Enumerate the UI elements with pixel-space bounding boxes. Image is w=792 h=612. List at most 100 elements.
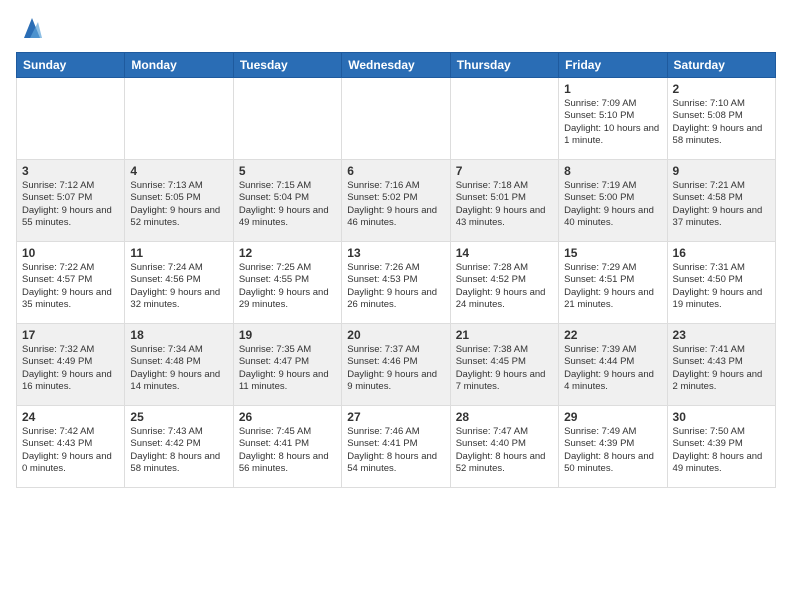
day-info-line: Sunrise: 7:38 AM [456,344,553,356]
day-info-line: Daylight: 8 hours and 54 minutes. [347,451,444,476]
calendar-day-cell: 3Sunrise: 7:12 AMSunset: 5:07 PMDaylight… [17,160,125,242]
day-number: 21 [456,328,553,342]
day-info-line: Sunset: 4:58 PM [673,192,770,204]
day-info-line: Daylight: 9 hours and 40 minutes. [564,205,661,230]
calendar-day-cell: 23Sunrise: 7:41 AMSunset: 4:43 PMDayligh… [667,324,775,406]
day-info-line: Sunset: 4:41 PM [239,438,336,450]
calendar-week-row: 1Sunrise: 7:09 AMSunset: 5:10 PMDaylight… [17,78,776,160]
day-info-line: Daylight: 9 hours and 4 minutes. [564,369,661,394]
day-info-line: Daylight: 8 hours and 49 minutes. [673,451,770,476]
page-header [16,16,776,40]
calendar-day-cell [125,78,233,160]
day-info-line: Sunrise: 7:26 AM [347,262,444,274]
day-info-line: Sunrise: 7:39 AM [564,344,661,356]
day-info-line: Sunrise: 7:47 AM [456,426,553,438]
calendar-day-cell: 18Sunrise: 7:34 AMSunset: 4:48 PMDayligh… [125,324,233,406]
day-info-line: Daylight: 9 hours and 24 minutes. [456,287,553,312]
calendar-day-cell: 1Sunrise: 7:09 AMSunset: 5:10 PMDaylight… [559,78,667,160]
day-info-line: Sunset: 4:55 PM [239,274,336,286]
day-info-line: Sunset: 4:41 PM [347,438,444,450]
day-info-line: Sunrise: 7:46 AM [347,426,444,438]
calendar-day-cell: 7Sunrise: 7:18 AMSunset: 5:01 PMDaylight… [450,160,558,242]
day-number: 1 [564,82,661,96]
calendar-day-cell: 22Sunrise: 7:39 AMSunset: 4:44 PMDayligh… [559,324,667,406]
day-info-line: Daylight: 10 hours and 1 minute. [564,123,661,148]
calendar-table: SundayMondayTuesdayWednesdayThursdayFrid… [16,52,776,488]
day-info-line: Sunrise: 7:13 AM [130,180,227,192]
calendar-week-row: 17Sunrise: 7:32 AMSunset: 4:49 PMDayligh… [17,324,776,406]
day-info-line: Daylight: 9 hours and 16 minutes. [22,369,119,394]
day-number: 17 [22,328,119,342]
day-of-week-header: Wednesday [342,53,450,78]
logo [16,16,42,40]
day-of-week-header: Friday [559,53,667,78]
calendar-day-cell: 13Sunrise: 7:26 AMSunset: 4:53 PMDayligh… [342,242,450,324]
day-info-line: Daylight: 9 hours and 46 minutes. [347,205,444,230]
day-info-line: Daylight: 9 hours and 55 minutes. [22,205,119,230]
day-info-line: Sunrise: 7:10 AM [673,98,770,110]
calendar-week-row: 3Sunrise: 7:12 AMSunset: 5:07 PMDaylight… [17,160,776,242]
day-number: 24 [22,410,119,424]
day-info-line: Sunset: 4:48 PM [130,356,227,368]
day-info-line: Daylight: 9 hours and 7 minutes. [456,369,553,394]
day-info-line: Sunrise: 7:18 AM [456,180,553,192]
day-info-line: Sunset: 5:02 PM [347,192,444,204]
calendar-day-cell: 27 Sunrise: 7:46 AMSunset: 4:41 PMDayligh… [342,406,450,488]
day-number: 14 [456,246,553,260]
day-info-line: Sunrise: 7:25 AM [239,262,336,274]
day-info-line: Sunset: 4:53 PM [347,274,444,286]
day-number: 28 [456,410,553,424]
day-info-line: Sunset: 4:39 PM [673,438,770,450]
day-info-line: Daylight: 8 hours and 50 minutes. [564,451,661,476]
calendar-day-cell: 6Sunrise: 7:16 AMSunset: 5:02 PMDaylight… [342,160,450,242]
day-info-line: Daylight: 8 hours and 52 minutes. [456,451,553,476]
day-number: 10 [22,246,119,260]
day-info-line: Sunset: 5:01 PM [456,192,553,204]
day-info-line: Sunrise: 7:45 AM [239,426,336,438]
calendar-day-cell: 20Sunrise: 7:37 AMSunset: 4:46 PMDayligh… [342,324,450,406]
calendar-day-cell: 29Sunrise: 7:49 AMSunset: 4:39 PMDayligh… [559,406,667,488]
calendar-day-cell: 19Sunrise: 7:35 AMSunset: 4:47 PMDayligh… [233,324,341,406]
day-number: 29 [564,410,661,424]
calendar-day-cell: 30Sunrise: 7:50 AMSunset: 4:39 PMDayligh… [667,406,775,488]
calendar-day-cell: 26Sunrise: 7:45 AMSunset: 4:41 PMDayligh… [233,406,341,488]
day-number: 2 [673,82,770,96]
day-info-line: Daylight: 9 hours and 49 minutes. [239,205,336,230]
day-info-line: Sunrise: 7:35 AM [239,344,336,356]
calendar-day-cell: 9Sunrise: 7:21 AMSunset: 4:58 PMDaylight… [667,160,775,242]
day-info-line: Sunset: 4:42 PM [130,438,227,450]
calendar-day-cell: 15Sunrise: 7:29 AMSunset: 4:51 PMDayligh… [559,242,667,324]
day-info-line: Sunrise: 7:32 AM [22,344,119,356]
day-info-line: Sunrise: 7:28 AM [456,262,553,274]
calendar-day-cell: 24Sunrise: 7:42 AMSunset: 4:43 PMDayligh… [17,406,125,488]
day-number: 8 [564,164,661,178]
day-info-line: Sunrise: 7:24 AM [130,262,227,274]
day-info-line: Sunrise: 7:37 AM [347,344,444,356]
day-info-line: Daylight: 8 hours and 58 minutes. [130,451,227,476]
logo-icon [22,16,42,40]
day-info-line: Sunset: 5:00 PM [564,192,661,204]
day-info-line: Sunrise: 7:34 AM [130,344,227,356]
calendar-header-row: SundayMondayTuesdayWednesdayThursdayFrid… [17,53,776,78]
day-number: 5 [239,164,336,178]
day-info-line: Daylight: 9 hours and 9 minutes. [347,369,444,394]
day-info-line: Sunset: 5:07 PM [22,192,119,204]
day-number: 27 [347,410,444,424]
day-number: 26 [239,410,336,424]
calendar-day-cell: 25Sunrise: 7:43 AMSunset: 4:42 PMDayligh… [125,406,233,488]
day-info-line: Sunrise: 7:50 AM [673,426,770,438]
day-info-line: Sunrise: 7:31 AM [673,262,770,274]
calendar-day-cell: 4Sunrise: 7:13 AMSunset: 5:05 PMDaylight… [125,160,233,242]
day-number: 7 [456,164,553,178]
day-number: 15 [564,246,661,260]
day-info-line: Daylight: 9 hours and 52 minutes. [130,205,227,230]
day-info-line: Daylight: 9 hours and 35 minutes. [22,287,119,312]
day-number: 6 [347,164,444,178]
day-info-line: Sunset: 5:04 PM [239,192,336,204]
day-info-line: Sunrise: 7:41 AM [673,344,770,356]
calendar-day-cell: 28Sunrise: 7:47 AMSunset: 4:40 PMDayligh… [450,406,558,488]
day-info-line: Sunrise: 7:12 AM [22,180,119,192]
day-number: 9 [673,164,770,178]
day-number: 16 [673,246,770,260]
calendar-week-row: 24Sunrise: 7:42 AMSunset: 4:43 PMDayligh… [17,406,776,488]
